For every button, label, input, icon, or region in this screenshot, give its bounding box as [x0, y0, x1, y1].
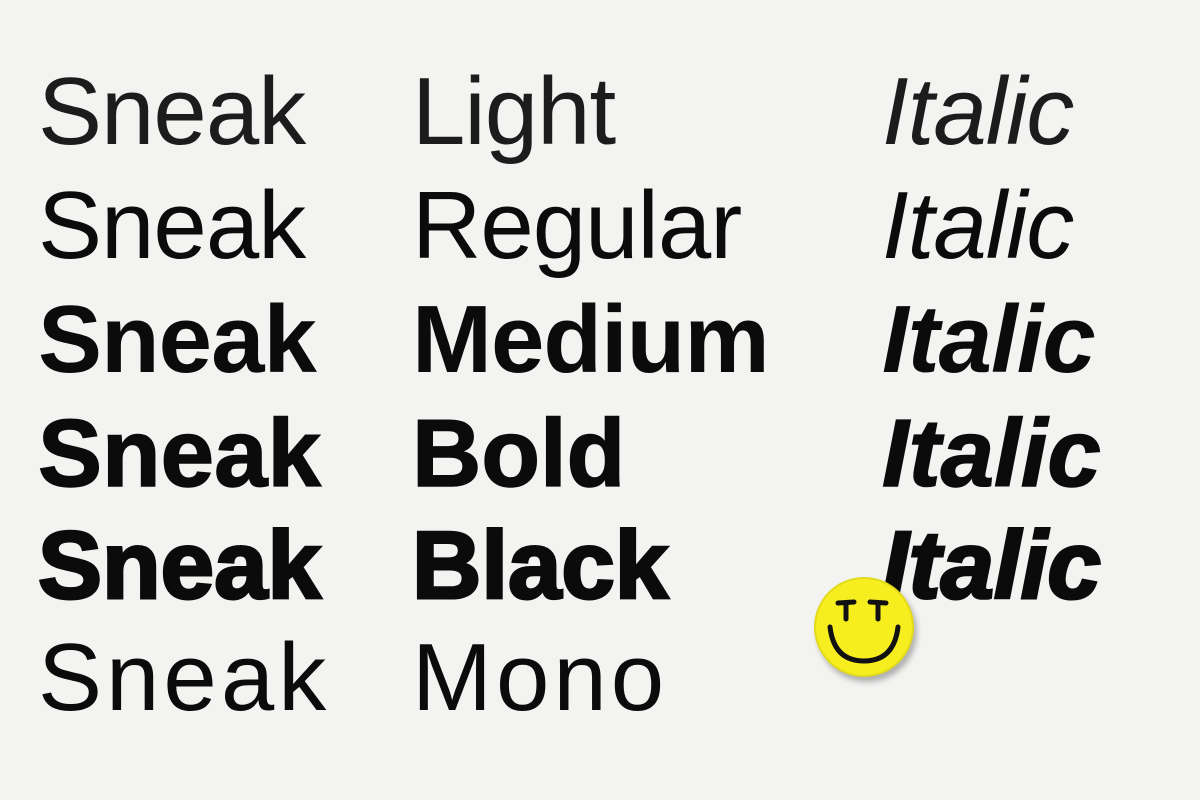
family-name: Sneak	[38, 172, 306, 279]
weight-name-black: Black	[410, 511, 669, 621]
italic-label: Italic	[881, 399, 1101, 508]
weight-name-medium: Medium	[412, 286, 770, 393]
specimen-row-black: Sneak Black Italic	[0, 510, 1200, 622]
family-name: Sneak	[38, 58, 306, 165]
type-specimen: Sneak Light Italic Sneak Regular Italic …	[0, 0, 1200, 800]
smiley-face-graphic	[827, 599, 901, 664]
weight-name-light: Light	[412, 58, 616, 165]
specimen-row-mono: Sneak Mono	[0, 622, 1200, 734]
weight-name-regular: Regular	[412, 172, 742, 279]
weight-name-mono: Mono	[412, 624, 669, 731]
family-name: Sneak	[37, 511, 323, 621]
smiley-face-icon	[814, 577, 914, 677]
family-name: Sneak	[38, 624, 331, 731]
italic-label: Italic	[882, 286, 1096, 393]
specimen-row-medium: Sneak Medium Italic	[0, 284, 1200, 396]
specimen-row-bold: Sneak Bold Italic	[0, 398, 1200, 510]
family-name: Sneak	[37, 399, 321, 508]
specimen-row-light: Sneak Light Italic	[0, 56, 1200, 168]
family-name: Sneak	[38, 286, 317, 393]
italic-label: Italic	[882, 172, 1074, 279]
italic-label: Italic	[882, 58, 1074, 165]
weight-name-bold: Bold	[411, 399, 626, 508]
italic-label: Italic	[881, 511, 1103, 621]
specimen-row-regular: Sneak Regular Italic	[0, 170, 1200, 282]
